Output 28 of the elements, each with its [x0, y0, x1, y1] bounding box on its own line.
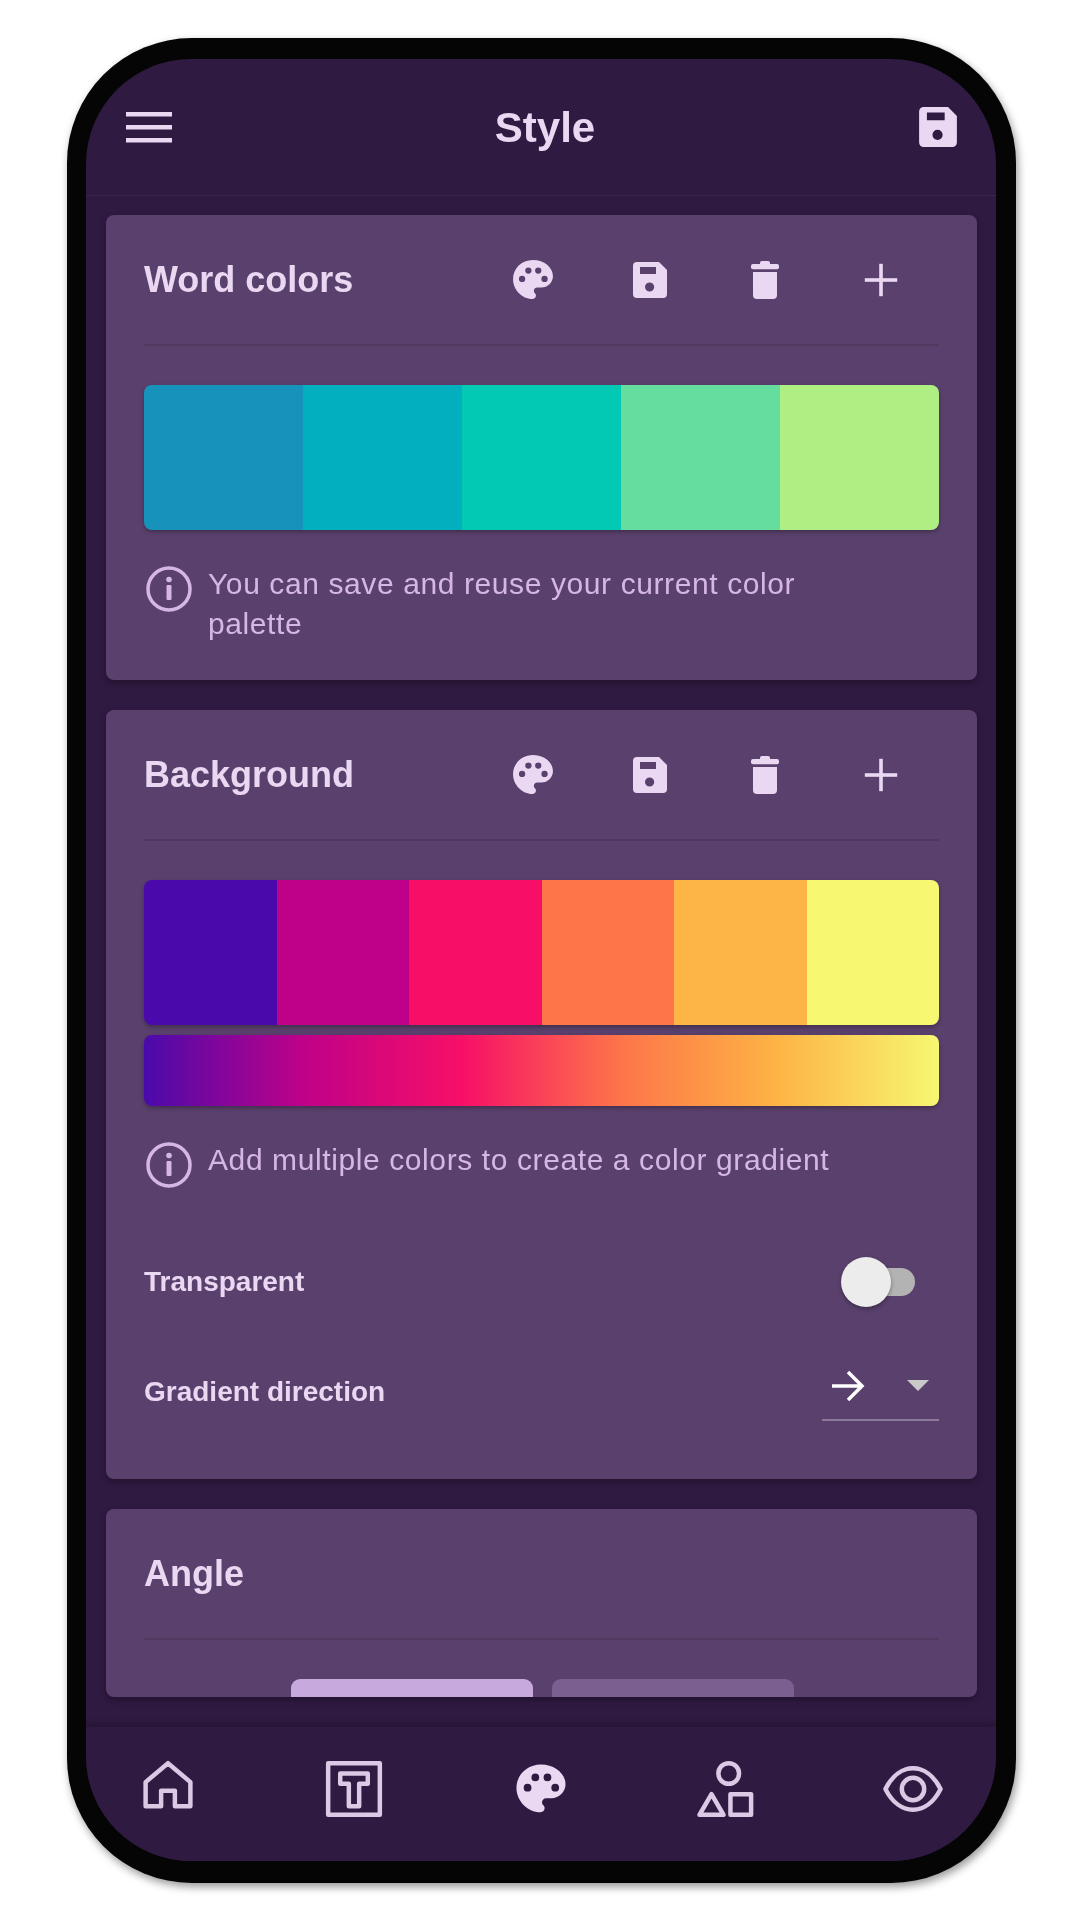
color-swatch[interactable] — [541, 880, 674, 1025]
save-icon — [918, 104, 958, 150]
toggle-switch[interactable] — [841, 1257, 915, 1307]
color-swatch[interactable] — [276, 880, 409, 1025]
card-title: Background — [144, 752, 355, 797]
menu-icon — [126, 110, 172, 144]
info-icon — [144, 564, 194, 614]
color-swatch[interactable] — [409, 880, 542, 1025]
setting-label: Gradient direction — [144, 1375, 386, 1409]
color-swatch[interactable] — [144, 385, 303, 530]
save-button[interactable] — [918, 104, 958, 150]
screen-title: Style — [494, 102, 596, 153]
info-text: You can save and reuse your current color palette — [208, 566, 797, 642]
card-title: Angle — [144, 1551, 244, 1596]
color-swatch[interactable] — [621, 385, 780, 530]
info-text: Add multiple colors to create a color gradient — [208, 1142, 830, 1178]
card-title: Word colors — [144, 257, 354, 302]
color-swatch[interactable] — [674, 880, 807, 1025]
color-swatch[interactable] — [780, 385, 939, 530]
menu-button[interactable] — [126, 110, 172, 144]
arrow-right-icon — [830, 1369, 866, 1403]
color-swatch[interactable] — [806, 880, 939, 1025]
setting-label: Transparent — [144, 1265, 305, 1299]
color-swatch[interactable] — [462, 385, 621, 530]
color-swatch[interactable] — [144, 880, 277, 1025]
color-swatch[interactable] — [303, 385, 462, 530]
info-icon — [144, 1140, 194, 1190]
caret-icon — [907, 1380, 929, 1392]
